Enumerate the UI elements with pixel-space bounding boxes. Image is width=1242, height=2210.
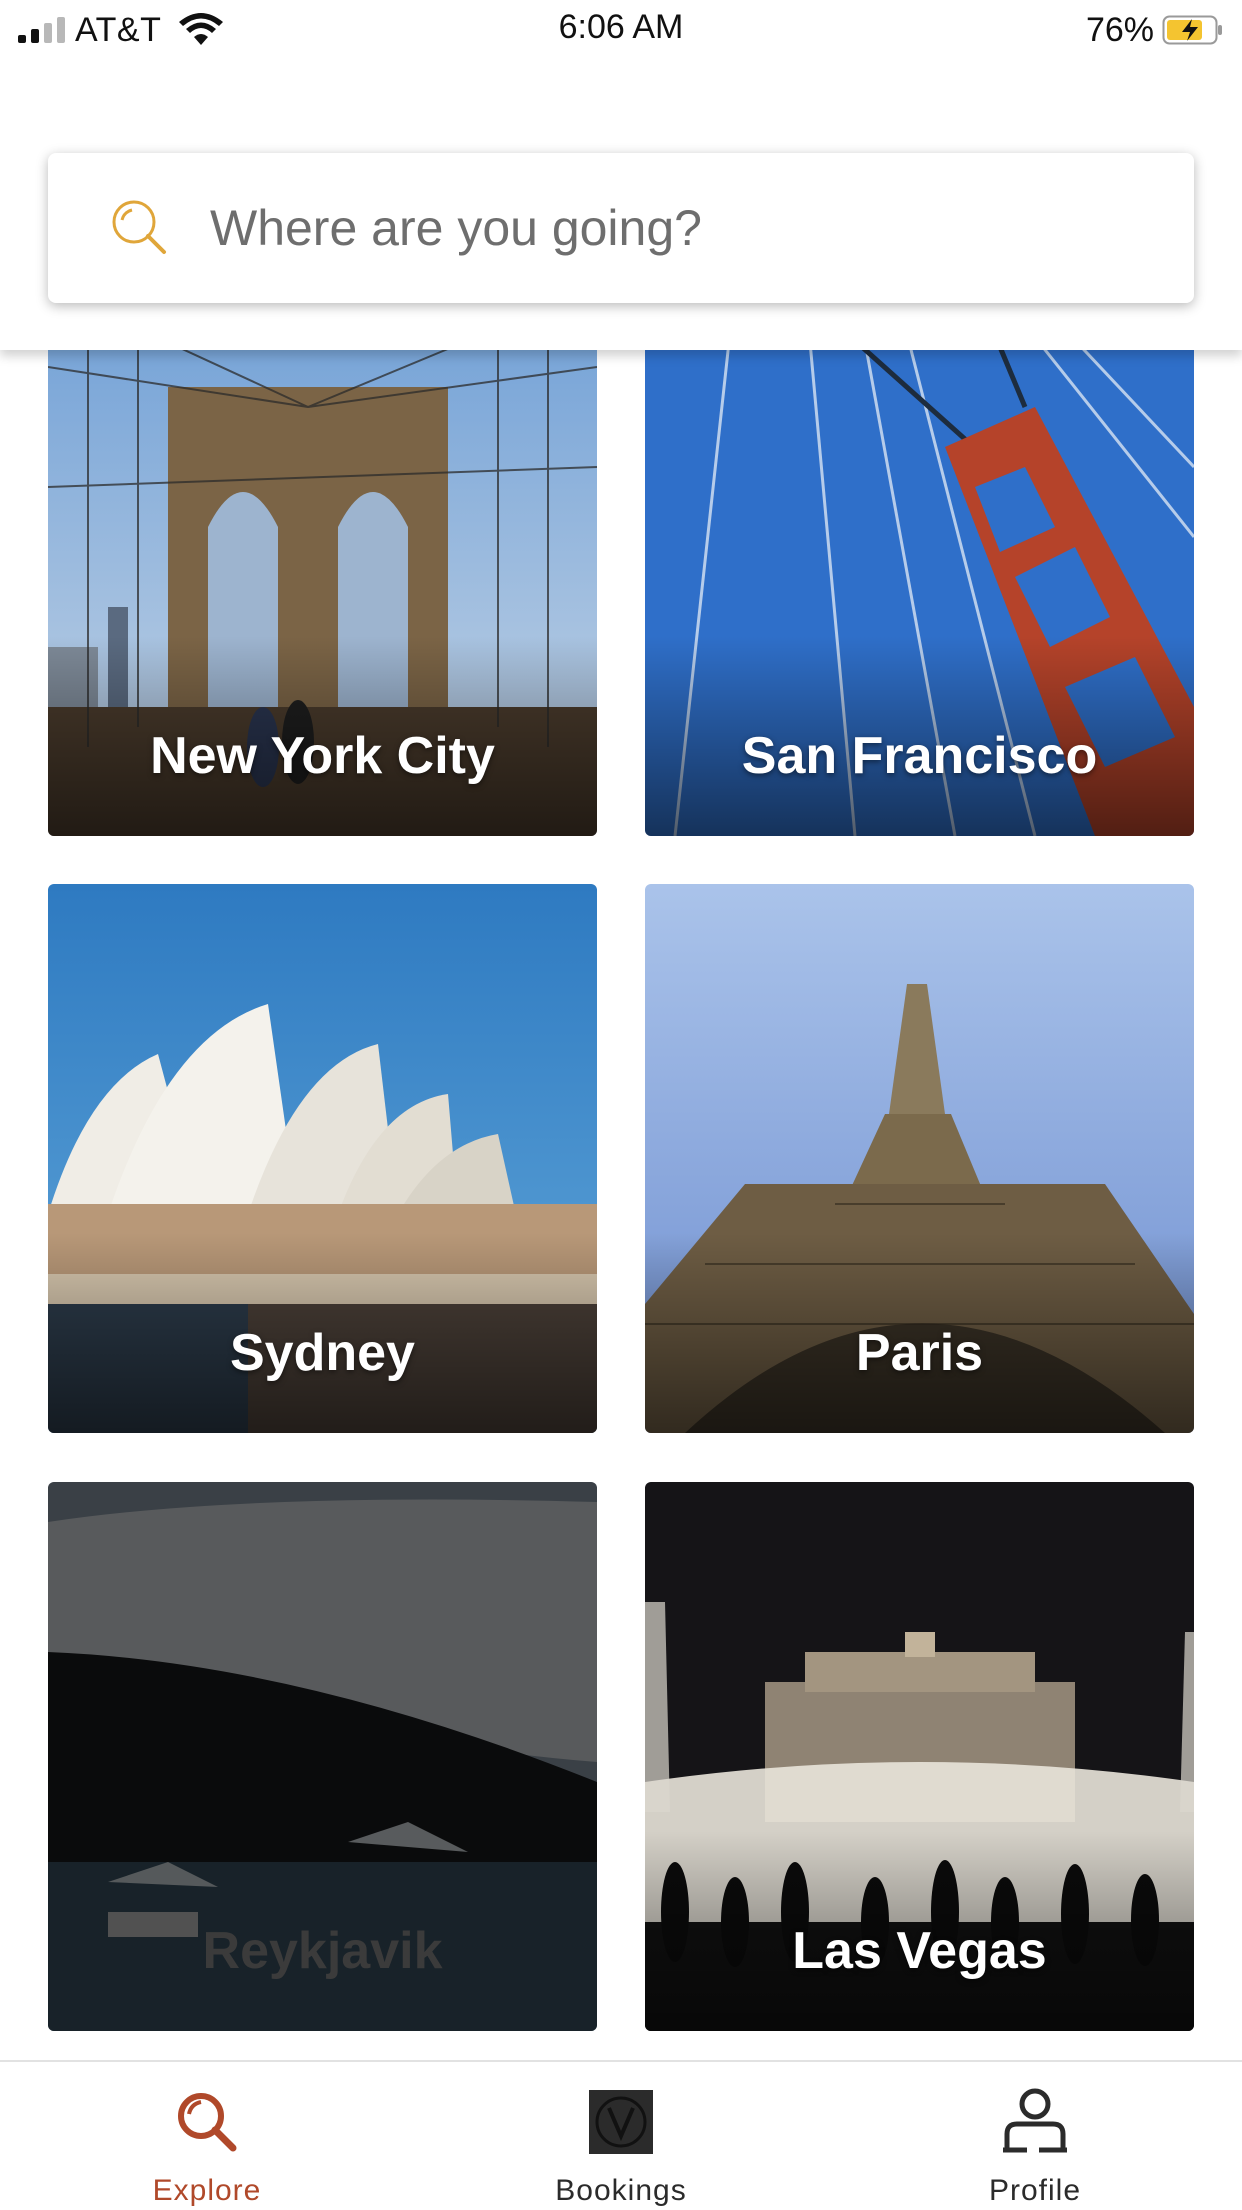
destination-card-sydney[interactable]: Sydney	[48, 884, 597, 1433]
destination-card-las-vegas[interactable]: Las Vegas	[645, 1482, 1194, 2031]
tab-label: Profile	[988, 2174, 1082, 2207]
destination-name: New York City	[150, 727, 495, 785]
tab-label: Explore	[152, 2174, 262, 2207]
destination-card-reykjavik[interactable]: Reykjavik	[48, 1482, 597, 2031]
destination-name: San Francisco	[741, 727, 1098, 785]
tab-bookings[interactable]: Bookings	[414, 2062, 828, 2210]
tab-explore[interactable]: Explore	[0, 2062, 414, 2210]
status-bar: AT&T 6:06 AM 76%	[0, 0, 1242, 60]
bookings-icon	[589, 2090, 653, 2154]
battery-percent: 76%	[1085, 10, 1154, 49]
search-input[interactable]: Where are you going?	[48, 153, 1194, 303]
destination-name: Sydney	[230, 1324, 415, 1382]
destination-card-new-york[interactable]: New York City	[48, 287, 597, 836]
battery-charging-icon	[1162, 15, 1222, 45]
search-icon	[178, 2093, 237, 2152]
destination-card-san-francisco[interactable]: San Francisco	[645, 287, 1194, 836]
search-icon	[112, 200, 166, 254]
tab-label: Bookings	[555, 2174, 687, 2207]
destination-name: Las Vegas	[792, 1922, 1047, 1980]
clock: 6:06 AM	[558, 8, 684, 46]
destination-name: Reykjavik	[202, 1922, 443, 1980]
destination-card-paris[interactable]: Paris	[645, 884, 1194, 1433]
header: AT&T 6:06 AM 76% Where are you going?	[0, 0, 1242, 350]
tab-bar: Explore Bookings Profile	[0, 2060, 1242, 2210]
tab-profile[interactable]: Profile	[828, 2062, 1242, 2210]
profile-icon	[1003, 2088, 1067, 2153]
destination-name: Paris	[855, 1324, 984, 1382]
search-placeholder: Where are you going?	[210, 200, 702, 256]
